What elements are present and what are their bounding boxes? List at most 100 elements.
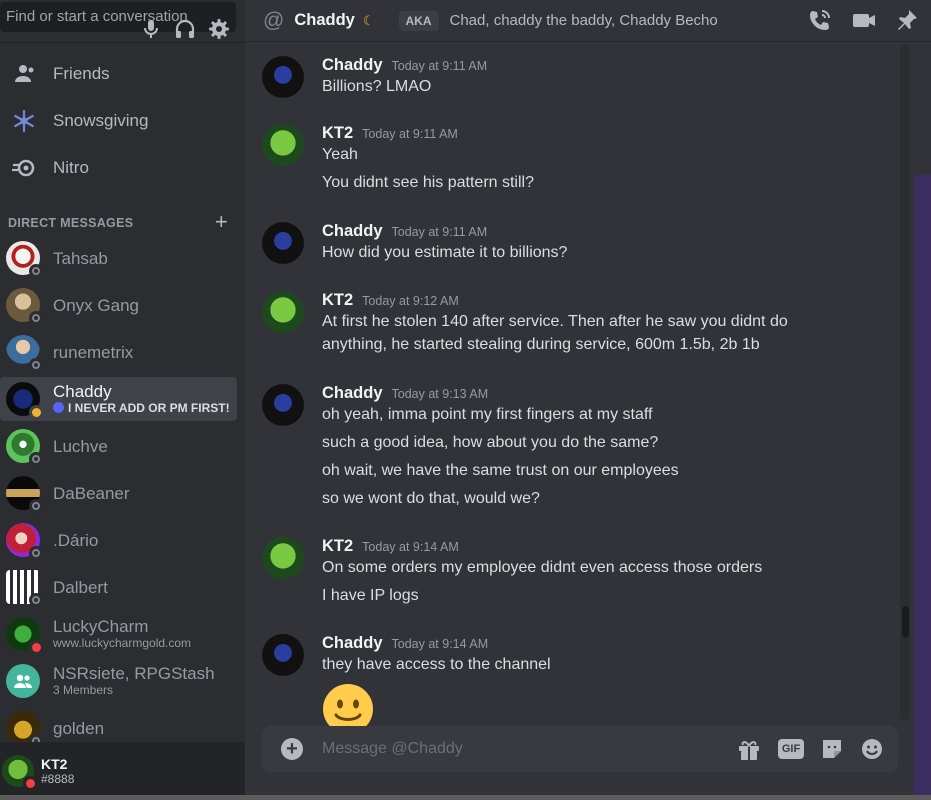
nav-label: Friends <box>53 64 110 83</box>
custom-status: I NEVER ADD OR PM FIRST! <box>53 401 230 416</box>
avatar <box>6 570 43 607</box>
offline-status-icon <box>29 452 43 466</box>
dm-item-luckycharm[interactable]: LuckyCharm www.luckycharmgold.com <box>0 612 237 656</box>
nav-item-snowsgiving[interactable]: Snowsgiving <box>0 100 237 142</box>
search-input[interactable]: Find or start a conversation <box>0 2 236 32</box>
background-edge <box>914 175 931 800</box>
author-avatar[interactable] <box>262 291 304 333</box>
upload-plus-icon[interactable]: + <box>281 738 303 760</box>
user-panel: KT2 #8888 <box>0 742 245 800</box>
message-text: At first he stolen 140 after service. Th… <box>322 313 788 330</box>
message-input[interactable]: Message @Chaddy <box>322 740 898 758</box>
offline-status-icon <box>29 593 43 607</box>
author-avatar[interactable] <box>262 384 304 426</box>
message-text: I have IP logs <box>322 587 419 604</box>
offline-status-icon <box>29 358 43 372</box>
avatar <box>6 711 43 748</box>
message-text: so we wont do that, would we? <box>322 490 540 507</box>
message-author[interactable]: Chaddy <box>322 56 383 75</box>
nitro-icon <box>10 154 38 182</box>
dm-item-dario[interactable]: .Dário <box>0 518 237 562</box>
group-dm-icon <box>6 664 40 698</box>
message-timestamp: Today at 9:11 AM <box>391 59 488 73</box>
taskbar-strip <box>0 795 931 800</box>
friends-icon <box>10 60 38 88</box>
message-text: How did you estimate it to billions? <box>322 244 568 261</box>
author-avatar[interactable] <box>262 634 304 676</box>
pinned-messages-icon[interactable] <box>894 7 920 33</box>
aka-names: Chad, chaddy the baddy, Chaddy Becho <box>449 12 718 29</box>
avatar <box>6 523 43 560</box>
avatar <box>6 241 43 278</box>
message-text: they have access to the channel <box>322 656 551 673</box>
snowflake-icon <box>10 107 38 135</box>
scrollbar-thumb[interactable] <box>902 606 909 638</box>
nav-label: Snowsgiving <box>53 111 149 130</box>
status-emoji-icon <box>53 402 64 413</box>
settings-gear-icon[interactable] <box>207 17 231 41</box>
idle-status-icon <box>29 405 43 419</box>
gif-button[interactable]: GIF <box>778 737 804 761</box>
dm-item-tahsab[interactable]: Tahsab <box>0 236 237 280</box>
nav-item-friends[interactable]: Friends <box>0 53 237 95</box>
message-timestamp: Today at 9:13 AM <box>391 387 489 401</box>
message-timestamp: Today at 9:14 AM <box>391 637 489 651</box>
author-avatar[interactable] <box>262 124 304 166</box>
headphones-icon[interactable] <box>173 17 197 41</box>
message-timestamp: Today at 9:14 AM <box>362 540 459 554</box>
dm-item-group-nsrsiete-rpgstash[interactable]: NSRsiete, RPGStash 3 Members <box>0 659 237 703</box>
dm-item-onyx-gang[interactable]: Onyx Gang <box>0 283 237 327</box>
emoji-picker-icon[interactable] <box>860 737 886 761</box>
message-text: oh yeah, imma point my first fingers at … <box>322 406 653 423</box>
smiley-emoji-icon <box>322 683 374 726</box>
message-text: You didnt see his pattern still? <box>322 174 534 191</box>
dm-item-dabeaner[interactable]: DaBeaner <box>0 471 237 515</box>
user-avatar[interactable] <box>2 755 37 790</box>
message-text: Yeah <box>322 146 358 163</box>
message-author[interactable]: Chaddy <box>322 222 383 241</box>
message-text: Billions? LMAO <box>322 78 432 95</box>
message-text: anything, he started stealing during ser… <box>322 336 760 353</box>
author-avatar[interactable] <box>262 56 304 98</box>
microphone-icon[interactable] <box>139 17 163 41</box>
avatar <box>6 429 43 466</box>
avatar <box>6 617 43 654</box>
dm-item-dalbert[interactable]: Dalbert <box>0 565 237 609</box>
message-timestamp: Today at 9:11 AM <box>391 225 488 239</box>
create-dm-button[interactable]: + <box>215 209 228 235</box>
sticker-icon[interactable] <box>820 737 846 761</box>
direct-messages-header: DIRECT MESSAGES + <box>8 209 228 235</box>
message-text: On some orders my employee didnt even ac… <box>322 559 763 576</box>
author-avatar[interactable] <box>262 537 304 579</box>
dm-item-chaddy[interactable]: Chaddy I NEVER ADD OR PM FIRST! <box>0 377 237 421</box>
dm-item-luchve[interactable]: Luchve <box>0 424 237 468</box>
message-timestamp: Today at 9:11 AM <box>362 127 458 141</box>
message-author[interactable]: KT2 <box>322 291 353 310</box>
video-call-icon[interactable] <box>851 7 877 33</box>
dm-sidebar: Find or start a conversation Friends Sno… <box>0 0 245 800</box>
gift-icon[interactable] <box>736 737 762 761</box>
dm-recipient-name[interactable]: Chaddy <box>294 11 355 30</box>
dnd-status-icon <box>23 776 37 790</box>
message-timestamp: Today at 9:12 AM <box>362 294 459 308</box>
idle-moon-icon: ☾ <box>362 12 375 28</box>
offline-status-icon <box>29 546 43 560</box>
nav-label: Nitro <box>53 158 89 177</box>
nav-item-nitro[interactable]: Nitro <box>0 147 237 189</box>
avatar <box>6 335 43 372</box>
dnd-status-icon <box>29 640 43 654</box>
user-info[interactable]: KT2 #8888 <box>41 756 74 787</box>
avatar <box>6 476 43 513</box>
message-author[interactable]: KT2 <box>322 124 353 143</box>
message-text: oh wait, we have the same trust on our e… <box>322 462 679 479</box>
divider <box>0 42 245 43</box>
message-author[interactable]: KT2 <box>322 537 353 556</box>
voice-call-icon[interactable] <box>807 7 833 33</box>
offline-status-icon <box>29 499 43 513</box>
offline-status-icon <box>29 264 43 278</box>
message-author[interactable]: Chaddy <box>322 634 383 653</box>
message-text: such a good idea, how about you do the s… <box>322 434 659 451</box>
dm-item-runemetrix[interactable]: runemetrix <box>0 330 237 374</box>
message-author[interactable]: Chaddy <box>322 384 383 403</box>
author-avatar[interactable] <box>262 222 304 264</box>
